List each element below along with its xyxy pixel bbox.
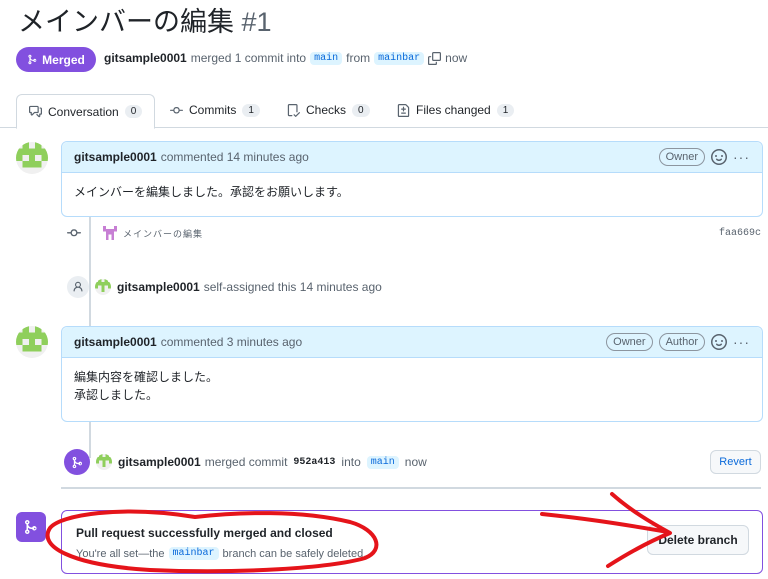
- person-icon: [67, 276, 89, 298]
- checklist-icon: [287, 103, 300, 117]
- event-author[interactable]: gitsample0001: [118, 455, 201, 469]
- base-branch[interactable]: main: [310, 51, 343, 65]
- head-branch[interactable]: mainbar: [374, 51, 425, 65]
- status-badge-label: Merged: [42, 52, 85, 67]
- pr-tabs: Conversation 0 Commits 1 Checks 0 Files …: [0, 94, 768, 129]
- tab-commits[interactable]: Commits 1: [170, 94, 260, 126]
- comment-body-line: 編集内容を確認しました。: [74, 370, 219, 384]
- tab-files-changed[interactable]: Files changed 1: [397, 94, 515, 126]
- comment-author[interactable]: gitsample0001: [74, 335, 157, 349]
- annotation-arrow: [540, 492, 672, 568]
- tab-files-changed-count: 1: [496, 103, 515, 117]
- event-text: self-assigned this 14 minutes ago: [203, 280, 382, 294]
- comment-box: gitsample0001 commented 3 minutes ago Ow…: [61, 326, 763, 422]
- smiley-icon[interactable]: [711, 149, 727, 165]
- merge-text: merged 1 commit into: [190, 51, 307, 65]
- tab-commits-label: Commits: [189, 103, 237, 117]
- smiley-icon[interactable]: [711, 334, 727, 350]
- status-badge: Merged: [16, 47, 96, 72]
- file-diff-icon: [397, 103, 410, 117]
- comment-icon: [29, 105, 42, 118]
- page-title: メインバーの編集 #1: [18, 4, 272, 40]
- kebab-icon[interactable]: ···: [733, 334, 750, 350]
- commit-icon: [170, 106, 183, 114]
- event-author[interactable]: gitsample0001: [117, 280, 200, 294]
- comment-body-line: 承認しました。: [74, 388, 159, 402]
- comment-body: メインバーを編集しました。承認をお願いします。: [74, 185, 349, 199]
- commit-icon: [67, 226, 81, 240]
- annotation-ellipse: [45, 509, 379, 574]
- merge-time: now: [404, 455, 427, 469]
- merge-commit-sha[interactable]: 952a413: [293, 457, 335, 468]
- author-badge: Author: [658, 333, 705, 351]
- pr-meta: gitsample0001 merged 1 commit into main …: [104, 51, 467, 65]
- tab-conversation[interactable]: Conversation 0: [16, 94, 156, 129]
- base-branch[interactable]: main: [366, 455, 399, 469]
- pr-number: #1: [241, 7, 272, 37]
- comment-header: gitsample0001 commented 14 minutes ago O…: [62, 142, 762, 173]
- tab-conversation-label: Conversation: [48, 104, 119, 119]
- tab-checks-count: 0: [352, 103, 370, 117]
- annotation-overlay: [45, 492, 672, 574]
- tab-conversation-count: 0: [124, 105, 143, 118]
- avatar[interactable]: [16, 326, 48, 358]
- owner-badge: Owner: [606, 333, 653, 351]
- assign-event: gitsample0001 self-assigned this 14 minu…: [67, 276, 382, 298]
- comment-author[interactable]: gitsample0001: [74, 150, 157, 164]
- author-link[interactable]: gitsample0001: [104, 51, 187, 65]
- tab-checks-label: Checks: [306, 103, 347, 117]
- event-text: merged commit: [204, 455, 288, 469]
- owner-badge: Owner: [658, 148, 705, 166]
- tab-checks[interactable]: Checks 0: [287, 94, 370, 126]
- comment-header: gitsample0001 commented 3 minutes ago Ow…: [62, 327, 762, 358]
- kebab-icon[interactable]: ···: [733, 149, 750, 165]
- comment-body: 編集内容を確認しました。 承認しました。: [62, 358, 762, 414]
- into-text: into: [341, 455, 361, 469]
- commit-event: メインバーの編集 faa669c: [67, 226, 761, 240]
- comment-timestamp[interactable]: commented 3 minutes ago: [161, 335, 302, 349]
- tab-commits-count: 1: [242, 103, 260, 117]
- commit-sha[interactable]: faa669c: [719, 228, 761, 239]
- pr-title: メインバーの編集: [18, 7, 234, 37]
- commit-message[interactable]: メインバーの編集: [123, 227, 203, 240]
- commit-author-avatar-icon: [103, 226, 117, 240]
- avatar[interactable]: [95, 279, 111, 295]
- comment-timestamp[interactable]: commented 14 minutes ago: [161, 150, 309, 164]
- merge-time: now: [445, 51, 468, 65]
- avatar[interactable]: [16, 142, 48, 174]
- tab-files-changed-label: Files changed: [416, 103, 491, 117]
- from-text: from: [346, 51, 371, 65]
- copy-icon[interactable]: [428, 51, 442, 65]
- comment-box: gitsample0001 commented 14 minutes ago O…: [61, 141, 763, 217]
- avatar[interactable]: [96, 454, 112, 470]
- merge-icon: [28, 54, 37, 65]
